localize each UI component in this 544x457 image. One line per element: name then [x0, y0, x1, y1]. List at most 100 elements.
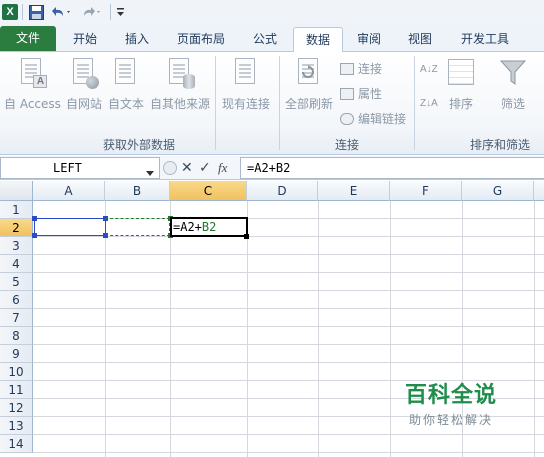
gridline — [534, 201, 535, 457]
tab-developer[interactable]: 开发工具 — [450, 27, 520, 52]
column-header-c[interactable]: C — [170, 181, 247, 201]
column-header-f[interactable]: F — [390, 181, 462, 201]
tab-page-layout[interactable]: 页面布局 — [166, 27, 236, 52]
sort-za-icon: Z↓A — [420, 98, 438, 109]
watermark-subtitle: 助你轻松解决 — [408, 413, 493, 427]
group-label-external-data: 获取外部数据 — [102, 138, 175, 152]
tab-view[interactable]: 视图 — [397, 27, 443, 52]
ref-handle[interactable] — [32, 233, 37, 238]
refresh-all-button[interactable]: 全部刷新 — [285, 56, 333, 112]
from-access-button[interactable]: A 自 Access — [4, 56, 61, 112]
select-all-corner[interactable] — [0, 181, 33, 201]
link-icon — [340, 112, 354, 125]
gridline — [33, 434, 544, 435]
active-cell-c2[interactable]: =A2+B2 — [170, 217, 248, 237]
column-header-a[interactable]: A — [33, 181, 105, 201]
ribbon-data: A 自 Access 自网站 自文本 自其他来源 现有连接 获取外部数据 全部刷… — [0, 52, 544, 155]
web-icon — [69, 56, 99, 92]
watermark-title: 百科全说 — [404, 383, 497, 408]
sort-az-icon: A↓Z — [420, 64, 438, 75]
group-label-connections: 连接 — [334, 138, 359, 152]
formula-bar: LEFT ✕ ✓ fx =A2+B2 — [0, 156, 544, 180]
text-icon — [111, 56, 141, 92]
row-header-14[interactable]: 14 — [0, 435, 33, 453]
row-header-11[interactable]: 11 — [0, 381, 33, 399]
gridline — [390, 201, 391, 457]
row-header-9[interactable]: 9 — [0, 345, 33, 363]
excel-icon[interactable]: X — [2, 3, 18, 21]
gridline — [170, 201, 171, 457]
edit-links-button[interactable]: 编辑链接 — [340, 110, 406, 127]
save-icon[interactable] — [27, 3, 45, 21]
reference-highlight-b2[interactable] — [105, 218, 170, 236]
column-header-b[interactable]: B — [105, 181, 170, 201]
group-divider — [414, 56, 415, 150]
gridline — [33, 362, 544, 363]
gridline — [247, 201, 248, 457]
row-header-10[interactable]: 10 — [0, 363, 33, 381]
gridline — [33, 308, 544, 309]
watermark: 百科全说 助你轻松解决 — [396, 377, 506, 429]
sort-button[interactable]: 排序 — [446, 56, 476, 112]
fill-handle[interactable] — [244, 234, 249, 239]
resize-handle-icon[interactable] — [163, 161, 177, 175]
funnel-icon — [498, 56, 528, 92]
existing-connections-button[interactable]: 现有连接 — [222, 56, 270, 112]
column-header-e[interactable]: E — [318, 181, 390, 201]
name-box-dropdown-icon[interactable] — [146, 165, 154, 179]
filter-button[interactable]: 筛选 — [498, 56, 528, 112]
existing-connections-icon — [231, 56, 261, 92]
database-icon — [165, 56, 195, 92]
from-web-button[interactable]: 自网站 — [66, 56, 102, 112]
tab-data[interactable]: 数据 — [293, 27, 343, 53]
properties-icon — [340, 87, 354, 100]
customize-icon[interactable] — [115, 3, 127, 21]
ref-handle[interactable] — [32, 216, 37, 221]
row-header-7[interactable]: 7 — [0, 309, 33, 327]
row-header-5[interactable]: 5 — [0, 273, 33, 291]
gridline — [33, 452, 544, 453]
column-header-h[interactable] — [534, 181, 544, 201]
formula-input[interactable]: =A2+B2 — [240, 157, 544, 179]
tab-review[interactable]: 审阅 — [346, 27, 392, 52]
gridline — [318, 201, 319, 457]
column-header-d[interactable]: D — [247, 181, 318, 201]
from-other-sources-button[interactable]: 自其他来源 — [150, 56, 210, 112]
connections-button[interactable]: 连接 — [340, 60, 382, 77]
gridline — [33, 344, 544, 345]
gridline — [33, 254, 544, 255]
tab-home[interactable]: 开始 — [62, 27, 108, 52]
sort-az-button[interactable]: A↓Z — [420, 64, 438, 75]
cancel-icon[interactable]: ✕ — [181, 160, 193, 176]
sort-za-button[interactable]: Z↓A — [420, 98, 438, 109]
gridline — [33, 290, 544, 291]
tab-insert[interactable]: 插入 — [114, 27, 160, 52]
row-header-2[interactable]: 2 — [0, 219, 33, 237]
access-icon: A — [17, 56, 48, 92]
column-header-g[interactable]: G — [462, 181, 534, 201]
row-header-6[interactable]: 6 — [0, 291, 33, 309]
connections-icon — [340, 62, 354, 75]
row-header-8[interactable]: 8 — [0, 327, 33, 345]
properties-button[interactable]: 属性 — [340, 85, 382, 102]
row-header-1[interactable]: 1 — [0, 201, 33, 219]
enter-icon[interactable]: ✓ — [199, 160, 211, 176]
gridline — [33, 236, 544, 237]
row-header-4[interactable]: 4 — [0, 255, 33, 273]
tab-formulas[interactable]: 公式 — [242, 27, 288, 52]
reference-highlight-a2[interactable] — [34, 218, 106, 236]
undo-icon[interactable] — [48, 3, 74, 21]
row-header-13[interactable]: 13 — [0, 417, 33, 435]
from-text-button[interactable]: 自文本 — [108, 56, 144, 112]
gridline — [33, 326, 544, 327]
gridline — [105, 201, 106, 457]
redo-icon[interactable] — [80, 3, 104, 21]
name-box[interactable]: LEFT — [0, 157, 160, 179]
qat-divider — [110, 4, 111, 20]
tab-file[interactable]: 文件 — [0, 26, 56, 51]
row-header-3[interactable]: 3 — [0, 237, 33, 255]
row-header-12[interactable]: 12 — [0, 399, 33, 417]
sort-icon — [446, 56, 476, 92]
quick-access-toolbar: X — [0, 0, 544, 24]
insert-function-icon[interactable]: fx — [218, 160, 227, 176]
